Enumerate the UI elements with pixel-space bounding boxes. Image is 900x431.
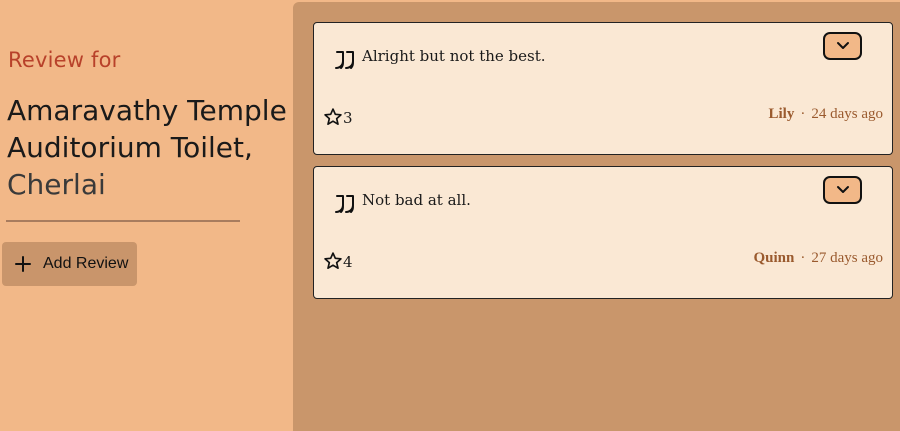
expand-toggle-button[interactable]: [823, 32, 862, 60]
chevron-down-icon: [836, 186, 849, 193]
add-review-label: Add Review: [43, 255, 129, 272]
review-time: 27 days ago: [811, 250, 883, 266]
divider: [6, 220, 240, 222]
sidebar: Review for Amaravathy Temple Auditorium …: [0, 0, 293, 431]
review-author: Quinn: [753, 250, 795, 266]
place-title-line: Auditorium Toilet,: [7, 131, 253, 164]
review-rating: 3: [323, 107, 353, 127]
chevron-down-icon: [836, 42, 849, 49]
review-meta: Quinn · 27 days ago: [753, 250, 883, 267]
review-time: 24 days ago: [811, 106, 883, 122]
place-title-line: Amaravathy Temple: [7, 94, 287, 127]
meta-separator: ·: [800, 106, 806, 122]
place-title: Amaravathy Temple Auditorium Toilet, Che…: [7, 92, 292, 203]
quote-icon: [335, 195, 354, 213]
rating-value: 4: [343, 253, 353, 271]
star-icon: [324, 108, 342, 125]
quote-icon: [335, 51, 354, 69]
review-comment: Not bad at all.: [362, 191, 471, 209]
place-title-line: Cherlai: [7, 168, 106, 201]
meta-separator: ·: [800, 250, 806, 266]
review-author: Lily: [768, 106, 795, 122]
add-review-button[interactable]: Add Review: [2, 242, 137, 286]
expand-toggle-button[interactable]: [823, 176, 862, 204]
review-for-label: Review for: [8, 48, 121, 72]
reviews-panel: Alright but not the best. 3 Lily · 24 days…: [293, 2, 900, 431]
rating-value: 3: [343, 109, 353, 127]
review-comment: Alright but not the best.: [362, 47, 546, 65]
review-card: Alright but not the best. 3 Lily · 24 days…: [313, 22, 893, 155]
plus-icon: [15, 256, 31, 272]
review-card: Not bad at all. 4 Quinn · 27 days ago: [313, 166, 893, 299]
review-meta: Lily · 24 days ago: [769, 106, 884, 123]
review-rating: 4: [323, 251, 353, 271]
star-icon: [324, 252, 342, 269]
